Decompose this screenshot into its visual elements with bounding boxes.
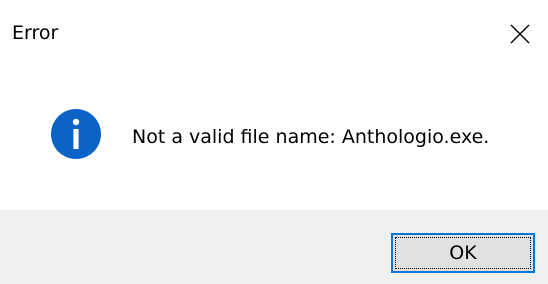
error-dialog: Error Not a valid file name: Anthologio.… [0, 0, 548, 284]
dialog-footer: OK [0, 210, 548, 284]
ok-button[interactable]: OK [391, 233, 535, 273]
close-icon [510, 24, 530, 44]
dialog-title: Error [12, 22, 59, 44]
info-icon [50, 108, 102, 160]
error-message: Not a valid file name: Anthologio.exe. [132, 126, 490, 148]
dialog-content: Not a valid file name: Anthologio.exe. [0, 68, 548, 210]
ok-button-label: OK [449, 242, 477, 264]
title-bar: Error [0, 0, 548, 68]
close-button[interactable] [492, 6, 548, 62]
